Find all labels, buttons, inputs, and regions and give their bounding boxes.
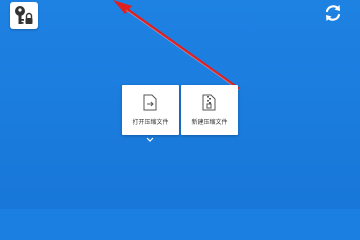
chevron-down-icon[interactable] <box>146 137 154 142</box>
refresh-button[interactable] <box>320 0 346 26</box>
open-file-icon <box>143 94 157 111</box>
new-archive-label: 新建压缩文件 <box>191 119 228 126</box>
key-lock-icon-graphic <box>15 6 33 24</box>
refresh-icon <box>325 5 341 21</box>
key-lock-icon[interactable] <box>10 2 38 29</box>
open-archive-label: 打开压缩文件 <box>132 119 169 126</box>
app-background <box>0 0 360 209</box>
new-archive-button[interactable]: 新建压缩文件 <box>181 85 238 135</box>
open-archive-button[interactable]: 打开压缩文件 <box>122 85 179 135</box>
zip-file-icon <box>202 94 216 111</box>
